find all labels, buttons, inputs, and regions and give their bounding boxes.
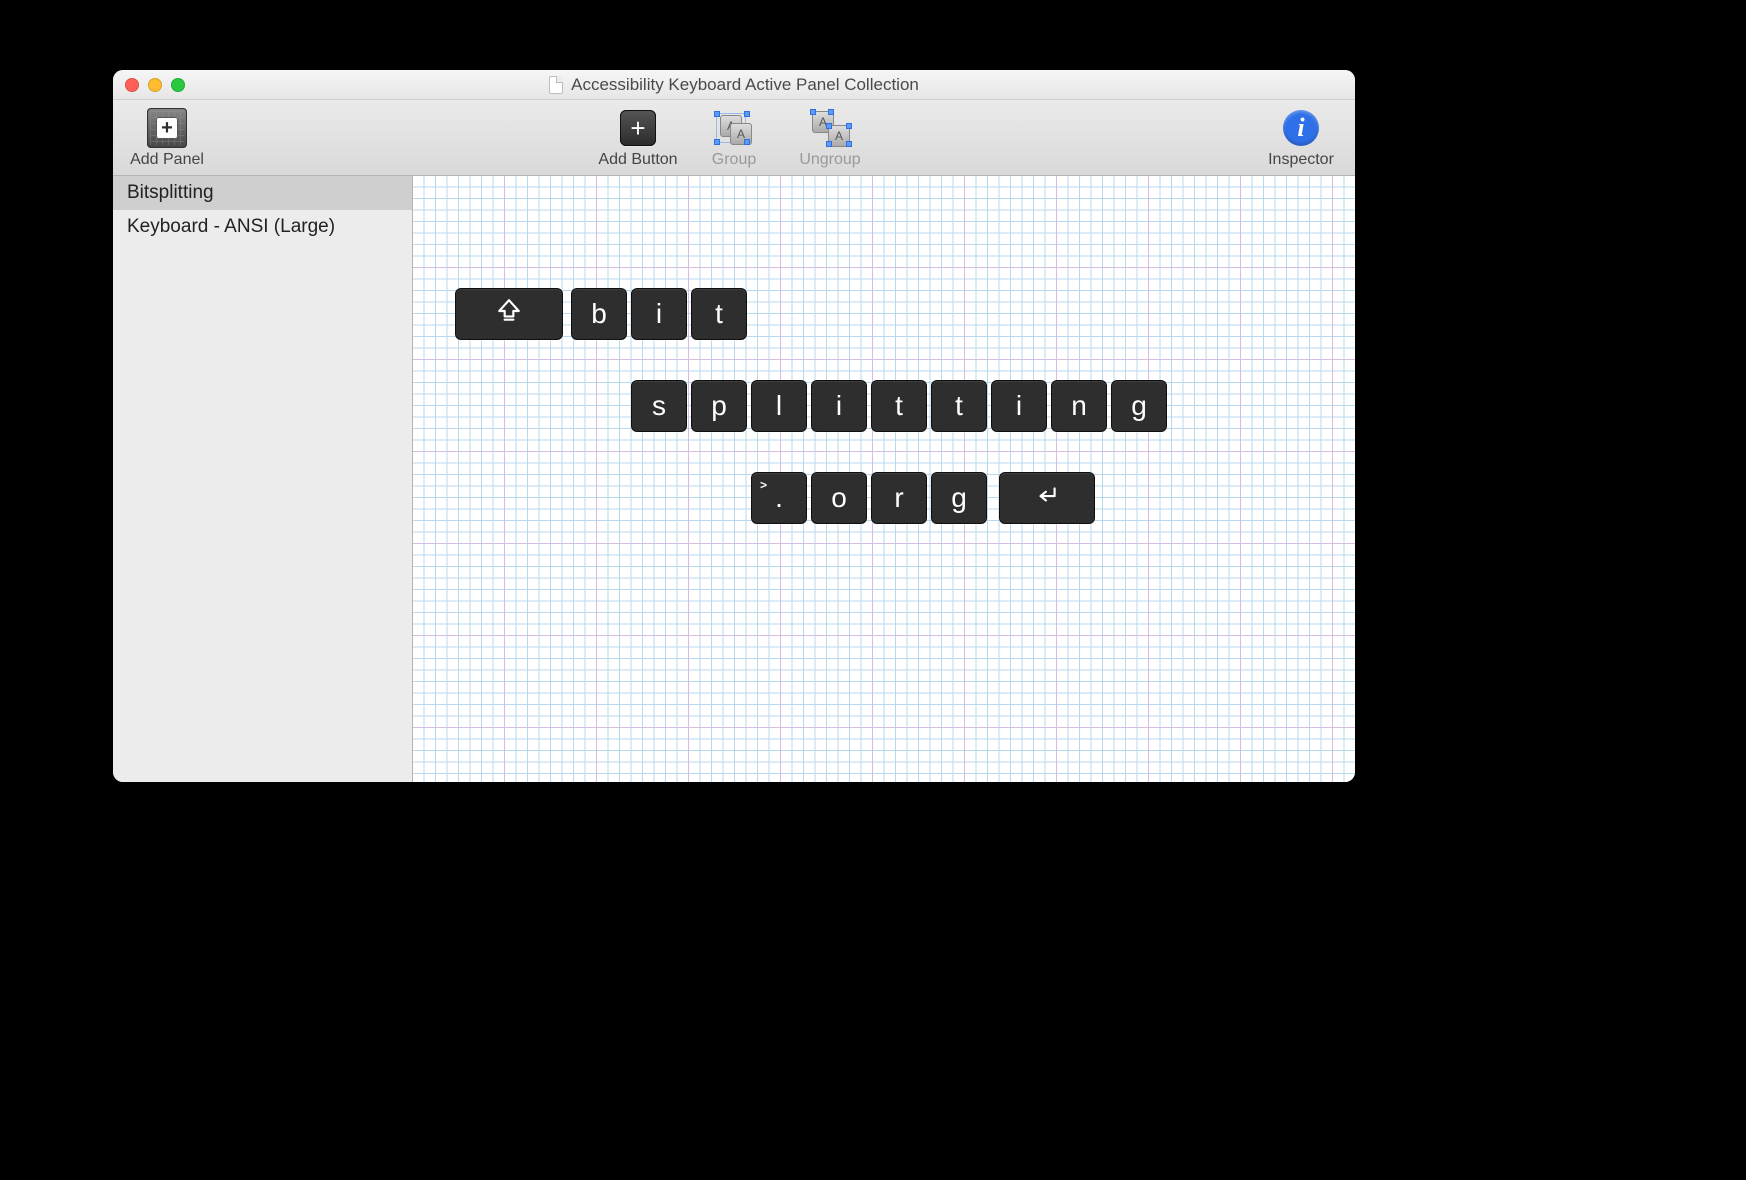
key-label: t (715, 298, 723, 330)
ungroup-icon: A A (810, 111, 850, 145)
zoom-window-button[interactable] (171, 78, 185, 92)
key-label: . (775, 482, 783, 514)
canvas-key-return[interactable] (999, 472, 1095, 524)
key-label: p (711, 390, 727, 422)
canvas-key-t2[interactable]: t (871, 380, 927, 432)
canvas-key-i[interactable]: i (631, 288, 687, 340)
add-panel-button[interactable]: + Add Panel (127, 109, 207, 169)
canvas-key-g2[interactable]: g (931, 472, 987, 524)
traffic-lights (125, 78, 185, 92)
ungroup-button: A A Ungroup (790, 109, 870, 169)
titlebar[interactable]: Accessibility Keyboard Active Panel Coll… (113, 70, 1355, 100)
content-area: Bitsplitting Keyboard - ANSI (Large) b i t s… (113, 176, 1355, 782)
add-panel-label: Add Panel (130, 151, 204, 169)
key-label: g (1131, 390, 1147, 422)
canvas-key-o[interactable]: o (811, 472, 867, 524)
key-label: b (591, 298, 607, 330)
canvas-key-t[interactable]: t (691, 288, 747, 340)
inspector-label: Inspector (1268, 151, 1334, 169)
canvas-key-t3[interactable]: t (931, 380, 987, 432)
key-label: n (1071, 390, 1087, 422)
shift-icon (496, 298, 522, 331)
panel-editor-window: Accessibility Keyboard Active Panel Coll… (113, 70, 1355, 782)
add-panel-icon: + (147, 108, 187, 148)
window-title: Accessibility Keyboard Active Panel Coll… (571, 75, 919, 95)
key-label: g (951, 482, 967, 514)
sidebar-item-label: Bitsplitting (127, 182, 214, 204)
sidebar-item-label: Keyboard - ANSI (Large) (127, 216, 335, 238)
canvas-key-p[interactable]: p (691, 380, 747, 432)
canvas-key-l[interactable]: l (751, 380, 807, 432)
return-icon (1034, 482, 1060, 515)
key-label: i (836, 390, 842, 422)
panel-list-sidebar[interactable]: Bitsplitting Keyboard - ANSI (Large) (113, 176, 413, 782)
group-icon: A A (714, 111, 754, 145)
canvas-key-n[interactable]: n (1051, 380, 1107, 432)
key-label: t (955, 390, 963, 422)
key-label: i (1016, 390, 1022, 422)
group-label: Group (712, 151, 756, 169)
document-icon (549, 76, 563, 94)
add-button-button[interactable]: + Add Button (598, 109, 678, 169)
close-window-button[interactable] (125, 78, 139, 92)
key-label: o (831, 482, 847, 514)
key-label: s (652, 390, 666, 422)
canvas-key-shift[interactable] (455, 288, 563, 340)
add-button-icon: + (620, 110, 656, 146)
canvas-key-r[interactable]: r (871, 472, 927, 524)
key-label: r (894, 482, 903, 514)
key-label: t (895, 390, 903, 422)
window-title-area: Accessibility Keyboard Active Panel Coll… (549, 75, 919, 95)
canvas-key-b[interactable]: b (571, 288, 627, 340)
canvas-key-i2[interactable]: i (811, 380, 867, 432)
group-button: A A Group (694, 109, 774, 169)
key-label: i (656, 298, 662, 330)
editor-canvas[interactable]: b i t s p l i t t i n g >. o r g (413, 176, 1355, 782)
canvas-key-dot[interactable]: >. (751, 472, 807, 524)
canvas-key-s[interactable]: s (631, 380, 687, 432)
key-corner-glyph: > (760, 478, 767, 492)
sidebar-item[interactable]: Keyboard - ANSI (Large) (113, 210, 412, 244)
info-icon: i (1283, 110, 1319, 146)
ungroup-label: Ungroup (799, 151, 860, 169)
minimize-window-button[interactable] (148, 78, 162, 92)
canvas-key-g[interactable]: g (1111, 380, 1167, 432)
inspector-button[interactable]: i Inspector (1261, 109, 1341, 169)
sidebar-item[interactable]: Bitsplitting (113, 176, 412, 210)
toolbar: + Add Panel + Add Button A A (113, 100, 1355, 176)
key-label: l (776, 390, 782, 422)
add-button-label: Add Button (598, 151, 677, 169)
canvas-key-i3[interactable]: i (991, 380, 1047, 432)
